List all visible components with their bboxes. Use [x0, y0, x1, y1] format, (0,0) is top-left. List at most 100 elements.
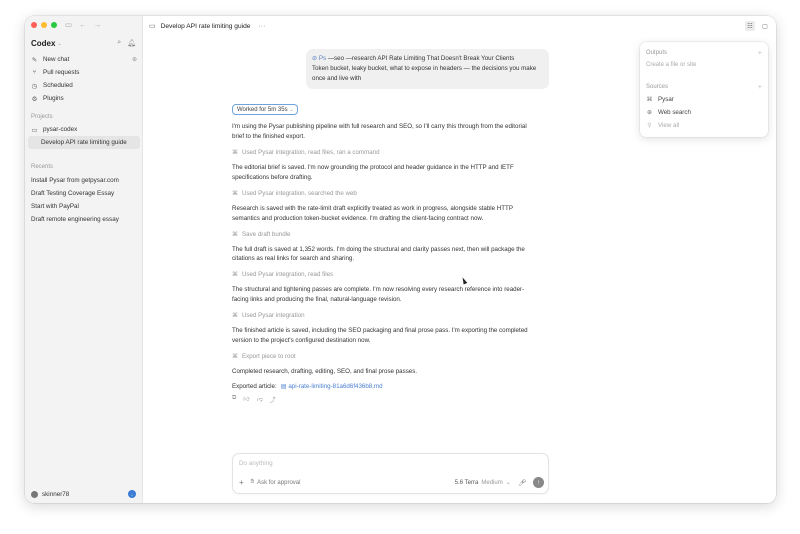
exported-file-name: api-rate-limiting-81a6d6f436b8.md [288, 382, 383, 390]
projects-list: ▭ pysar-codex Develop API rate limiting … [28, 123, 140, 149]
list-item[interactable]: Start with PayPal [28, 200, 140, 213]
composer: + ✋︎ Ask for approval 5.6 Terra Medium ⌄… [232, 453, 549, 494]
sidebar-item-label: New chat [43, 56, 70, 63]
folder-icon: ▭ [31, 126, 38, 134]
tool-call-label: Used Pysar integration, read files, ran … [242, 148, 380, 156]
avatar [31, 491, 38, 498]
projects-heading: Projects [31, 114, 53, 120]
sidebar-toggle-icon[interactable]: ▭ [65, 20, 72, 29]
assistant-paragraph: The structural and tightening passes are… [232, 286, 525, 304]
list-item-label: Start with PayPal [31, 203, 79, 210]
approval-label: Ask for approval [257, 479, 301, 486]
source-item-web-search[interactable]: ⊕ Web search [646, 106, 762, 119]
folder-icon: ▭ [149, 23, 156, 30]
window-layout-icon[interactable]: ▢ [760, 21, 770, 31]
assistant-paragraph: Research is saved with the rate-limit dr… [232, 204, 513, 222]
search-icon[interactable]: ⌕ [117, 39, 121, 47]
worked-for-label: Worked for 5m 35s [237, 106, 288, 113]
tool-icon: ⌘ [232, 231, 238, 238]
brand-name: Codex [31, 39, 56, 48]
source-item-view-all[interactable]: ⚲ View all [646, 119, 762, 132]
attachment-badge[interactable]: ⊘ Ps [312, 55, 326, 62]
list-item[interactable]: Install Pysar from getpysar.com [28, 174, 140, 187]
minimize-window-button[interactable] [41, 22, 47, 28]
sidebar-toolbar: ▭ ← → [65, 20, 101, 29]
download-update-icon[interactable]: ↓ [128, 490, 136, 498]
add-attachment-icon[interactable]: + [239, 478, 244, 487]
tool-call[interactable]: ⌘ Used Pysar integration, read files [232, 271, 538, 278]
outputs-heading: Outputs [646, 50, 668, 56]
thumbs-down-icon[interactable]: 👎︎ [257, 395, 263, 404]
sidebar-item-new-chat[interactable]: ✎ New chat ⊕ [28, 53, 140, 66]
tool-call[interactable]: ⌘ Used Pysar integration, read files, ran… [232, 149, 538, 156]
source-item-pysar[interactable]: ⌘ Pysar [646, 93, 762, 106]
copy-icon[interactable]: ⧉ [232, 395, 236, 404]
close-window-button[interactable] [31, 22, 37, 28]
assistant-paragraph: Completed research, drafting, editing, S… [232, 368, 418, 376]
tool-icon: ⌘ [232, 149, 238, 156]
hand-icon: ✋︎ [250, 479, 255, 485]
source-label: Pysar [658, 96, 674, 103]
send-button[interactable]: ↑ [533, 477, 544, 488]
list-item[interactable]: Draft Testing Coverage Essay [28, 187, 140, 200]
tool-icon: ⌘ [232, 272, 238, 279]
recents-heading: Recents [31, 164, 54, 170]
approval-mode-button[interactable]: ✋︎ Ask for approval [251, 479, 301, 486]
share-icon[interactable]: ⤴ [270, 395, 276, 404]
chevron-down-icon: ⌄ [57, 40, 62, 47]
workspace-switcher[interactable]: Codex ⌄ [31, 39, 62, 48]
sidebar-item-pull-requests[interactable]: ⑂ Pull requests [28, 66, 140, 79]
message-actions: ⧉ 👍︎ 👎︎ ⤴ [232, 395, 538, 404]
sidebar-item-scheduled[interactable]: ◷ Scheduled [28, 79, 140, 92]
effort-label: Medium [481, 479, 503, 486]
thread-item-label: Develop API rate limiting guide [41, 139, 127, 146]
list-item-label: Install Pysar from getpysar.com [31, 177, 119, 184]
outputs-hint[interactable]: Create a file or site [646, 59, 762, 71]
model-label: 5.6 Terra [454, 479, 479, 486]
tool-call[interactable]: ⌘ Used Pysar integration [232, 312, 538, 319]
list-item[interactable]: Draft remote engineering essay [28, 213, 140, 226]
tool-call[interactable]: ⌘ Used Pysar integration, searched the we… [232, 190, 538, 197]
bell-icon[interactable]: 🔔︎ [127, 39, 136, 47]
clock-icon: ◷ [31, 82, 38, 90]
tool-call[interactable]: ⌘ Export piece to root [232, 353, 538, 360]
page-title: Develop API rate limiting guide [160, 22, 251, 30]
user-message-line-1: —seo —research API Rate Limiting That Do… [326, 55, 515, 62]
file-icon: ▤ [280, 382, 287, 390]
tool-icon: ⌘ [232, 313, 238, 320]
thread-item-active[interactable]: Develop API rate limiting guide [28, 136, 140, 149]
sources-header: Sources + [646, 81, 762, 93]
user-message-line-2: Token bucket, leaky bucket, what to expo… [312, 64, 537, 82]
list-item-label: Draft Testing Coverage Essay [31, 190, 115, 197]
add-output-icon[interactable]: + [758, 50, 762, 57]
add-source-icon[interactable]: + [758, 84, 762, 91]
exported-file-link[interactable]: ▤ api-rate-limiting-81a6d6f436b8.md [281, 383, 383, 390]
sources-heading: Sources [646, 84, 669, 90]
project-folder[interactable]: ▭ pysar-codex [28, 123, 140, 136]
assistant-paragraph: I'm using the Pysar publishing pipeline … [232, 123, 527, 140]
worked-for-toggle[interactable]: Worked for 5m 35s ⌄ [232, 104, 299, 115]
more-options-icon[interactable]: ··· [258, 23, 265, 30]
arrow-up-icon: ↑ [537, 479, 540, 486]
tool-call[interactable]: ⌘ Save draft bundle [232, 231, 538, 238]
sidebar-item-plugins[interactable]: ⚙ Plugins [28, 92, 140, 105]
assistant-paragraph: The finished article is saved, including… [232, 327, 528, 345]
tool-icon: ⌘ [232, 354, 238, 361]
edit-icon: ✎ [31, 56, 38, 64]
model-selector[interactable]: 5.6 Terra Medium ⌄ [454, 479, 511, 487]
sidebar-header-actions: ⌕ 🔔︎ [117, 39, 136, 47]
back-arrow-icon[interactable]: ← [79, 20, 87, 29]
microphone-icon[interactable]: 🎤︎ [518, 479, 526, 487]
pull-request-icon: ⑂ [32, 69, 37, 76]
prompt-input[interactable] [239, 460, 539, 467]
user-message: ⊘ Ps —seo —research API Rate Limiting Th… [306, 49, 549, 89]
exported-label: Exported article: [232, 382, 277, 390]
forward-arrow-icon[interactable]: → [94, 20, 102, 29]
list-item-label: Draft remote engineering essay [31, 216, 119, 223]
side-panel-toggle-icon[interactable]: ☷ [745, 21, 755, 31]
zoom-window-button[interactable] [51, 22, 57, 28]
thumbs-up-icon[interactable]: 👍︎ [243, 395, 249, 404]
user-account[interactable]: skinner78 [31, 491, 69, 498]
tool-icon: ⌘ [232, 190, 238, 197]
assistant-paragraph: The full draft is saved at 1,352 words. … [232, 245, 525, 263]
